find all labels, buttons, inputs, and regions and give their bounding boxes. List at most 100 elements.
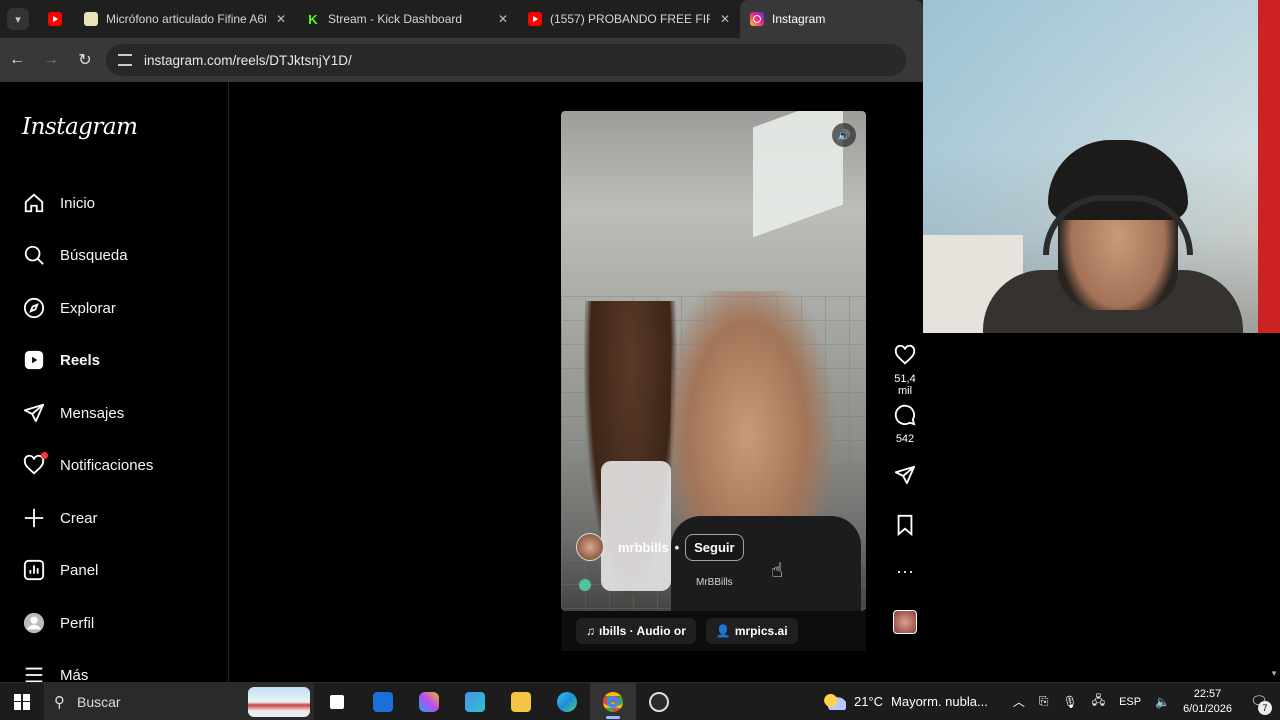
nav-item-crear[interactable]: Crear xyxy=(22,503,98,533)
forward-button[interactable]: → xyxy=(34,38,68,82)
site-settings-icon[interactable] xyxy=(118,54,132,66)
close-icon[interactable]: ✕ xyxy=(276,12,286,26)
follow-button[interactable]: Seguir xyxy=(685,533,744,561)
usb-icon[interactable]: ⎘ xyxy=(1039,694,1049,709)
url-input[interactable]: instagram.com/reels/DTJktsnjY1D/ xyxy=(106,44,906,76)
nav-label: Inicio xyxy=(60,194,96,212)
hand-cursor-icon: ☝ xyxy=(771,560,784,582)
reels-icon xyxy=(22,348,46,372)
nav-item-explorar[interactable]: Explorar xyxy=(22,293,116,323)
edge-button[interactable] xyxy=(544,683,590,720)
nav-item-mensajes[interactable]: Mensajes xyxy=(22,398,124,428)
obs-icon xyxy=(649,691,669,712)
video-pants xyxy=(671,516,861,611)
address-bar: ← → ↻ instagram.com/reels/DTJktsnjY1D/ xyxy=(0,38,923,82)
product-icon xyxy=(84,12,98,26)
weather-temp[interactable]: 21°C xyxy=(854,694,883,709)
save-button[interactable] xyxy=(886,514,923,541)
clock-time: 22:57 xyxy=(1193,687,1222,700)
browser-tabbar: ▾ Micrófono articulado Fifine A6t ✕ K St… xyxy=(0,0,923,38)
bookmark-icon xyxy=(897,514,913,537)
nav-label: Notificaciones xyxy=(60,456,154,474)
audio-thumbnail[interactable] xyxy=(893,610,917,634)
start-button[interactable] xyxy=(0,683,44,720)
tab-title: Instagram xyxy=(772,12,826,26)
chevron-up-icon[interactable]: ︿ xyxy=(1013,693,1025,710)
sound-button[interactable]: 🔊 xyxy=(832,123,856,147)
nav-label: Explorar xyxy=(60,299,116,317)
ellipsis-icon: ··· xyxy=(896,561,914,581)
nav-item-inicio[interactable]: Inicio xyxy=(22,188,95,218)
outlook-button[interactable] xyxy=(360,683,406,720)
audio-chip-label: ıbills · Audio or xyxy=(599,624,686,638)
file-explorer-button[interactable] xyxy=(498,683,544,720)
nav-label: Reels xyxy=(60,351,101,369)
notification-dot xyxy=(41,452,48,459)
chrome-button[interactable] xyxy=(590,682,636,720)
taskbar-search[interactable]: ⚲ Buscar xyxy=(44,682,314,720)
tab-title: (1557) PROBANDO FREE FIRE X xyxy=(550,12,710,26)
menu-icon xyxy=(22,663,46,682)
close-icon[interactable]: ✕ xyxy=(498,12,508,26)
edge-icon xyxy=(557,691,577,712)
weather-icon[interactable] xyxy=(823,693,846,710)
tab-youtube-pinned[interactable] xyxy=(36,0,74,38)
speaker-icon: 🔊 xyxy=(837,129,851,142)
video-towel xyxy=(601,461,671,591)
nav-label: Panel xyxy=(60,561,99,579)
like-button[interactable]: 51,4 mil xyxy=(886,344,923,397)
obs-button[interactable] xyxy=(636,683,682,720)
sticker-icon xyxy=(579,579,591,591)
tab-kick[interactable]: K Stream - Kick Dashboard ✕ xyxy=(296,0,518,38)
nav-label: Crear xyxy=(60,509,98,527)
weather-text[interactable]: Mayorm. nubla... xyxy=(891,694,988,709)
kick-icon: K xyxy=(306,12,320,27)
scroll-down-icon[interactable]: ▼ xyxy=(1270,669,1278,678)
collab-chip-label: mrpics.ai xyxy=(734,624,788,638)
task-view-icon xyxy=(330,694,344,709)
instagram-logo[interactable]: Instagram xyxy=(22,114,138,140)
nav-item-perfil[interactable]: Perfil xyxy=(22,608,94,638)
comment-count: 542 xyxy=(895,433,915,445)
author-username[interactable]: mrbbills xyxy=(618,540,669,555)
store-button[interactable] xyxy=(452,683,498,720)
comment-icon xyxy=(894,404,916,426)
volume-icon[interactable]: 🔈 xyxy=(1155,695,1170,709)
close-icon[interactable]: ✕ xyxy=(720,12,730,26)
webcam-curtain xyxy=(1258,0,1280,333)
network-icon[interactable]: 🖧 xyxy=(1092,691,1105,712)
video-watermark: MrBBills xyxy=(696,577,733,588)
webcam-overlay xyxy=(923,0,1280,333)
nav-label: Perfil xyxy=(60,614,95,632)
audio-chip[interactable]: ♫ ıbills · Audio or xyxy=(576,618,696,644)
nav-item-busqueda[interactable]: Búsqueda xyxy=(22,240,128,270)
author-avatar[interactable] xyxy=(576,533,604,561)
screen: ▾ Micrófono articulado Fifine A6t ✕ K St… xyxy=(0,0,1280,720)
reload-icon: ↻ xyxy=(78,52,92,69)
copilot-button[interactable] xyxy=(406,683,452,720)
microphone-icon[interactable]: 🎙 xyxy=(1062,695,1077,709)
nav-item-mas[interactable]: Más xyxy=(22,660,88,682)
nav-item-panel[interactable]: Panel xyxy=(22,555,98,585)
reload-button[interactable]: ↻ xyxy=(68,38,102,82)
nav-item-notificaciones[interactable]: Notificaciones xyxy=(22,450,153,480)
sidebar: Instagram Inicio Búsqueda Explorar Reels… xyxy=(0,82,229,682)
reel-video[interactable]: 🔊 mrbbills • Seguir MrBBills xyxy=(561,111,866,611)
right-panel: ▼ xyxy=(923,333,1280,682)
language-indicator[interactable]: ESP xyxy=(1119,696,1141,708)
reel-meta-bar: ♫ ıbills · Audio or 👤 mrpics.ai xyxy=(561,611,866,651)
tab-instagram[interactable]: Instagram xyxy=(740,0,923,38)
more-options-button[interactable]: ··· xyxy=(886,562,923,580)
clock[interactable]: 22:57 6/01/2026 xyxy=(1183,687,1232,717)
comment-button[interactable]: 542 xyxy=(886,404,923,445)
tab-search-button[interactable]: ▾ xyxy=(0,0,36,38)
nav-item-reels[interactable]: Reels xyxy=(22,345,100,375)
tab-free-fire[interactable]: (1557) PROBANDO FREE FIRE X ✕ xyxy=(518,0,740,38)
search-icon xyxy=(22,243,46,267)
notification-center-button[interactable]: 🗨 7 xyxy=(1246,691,1272,715)
back-button[interactable]: ← xyxy=(0,38,34,82)
task-view-button[interactable] xyxy=(314,683,360,720)
share-button[interactable] xyxy=(886,464,923,491)
tab-microfono[interactable]: Micrófono articulado Fifine A6t ✕ xyxy=(74,0,296,38)
collab-chip[interactable]: 👤 mrpics.ai xyxy=(705,618,798,644)
